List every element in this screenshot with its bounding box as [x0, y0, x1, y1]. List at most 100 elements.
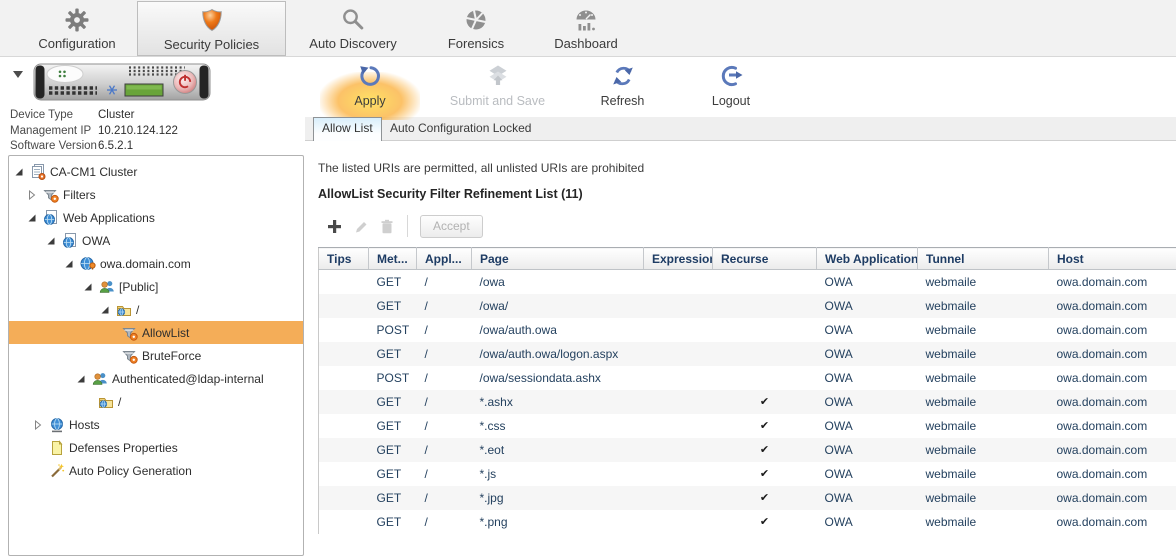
apply-button[interactable]: Apply	[340, 60, 400, 108]
expand-arrow-icon[interactable]	[64, 259, 74, 269]
cell-page: *.js	[479, 466, 497, 481]
nav-configuration[interactable]: Configuration	[17, 1, 137, 56]
expand-arrow-icon[interactable]	[100, 305, 110, 315]
cell-tunnel: webmaile	[925, 466, 977, 481]
nav-label: Dashboard	[554, 36, 618, 51]
device-field-label: Management IP	[10, 124, 92, 137]
table-row[interactable]: POST / /owa/auth.owa OWA webmaile owa.do…	[319, 318, 1176, 342]
tree-item-root-path[interactable]: /	[9, 298, 303, 321]
tab-auto-configuration-locked[interactable]: Auto Configuration Locked	[377, 117, 543, 140]
tree-item-web-applications[interactable]: Web Applications	[9, 206, 303, 229]
cell-page: *.jpg	[479, 490, 504, 505]
tree-item-public[interactable]: [Public]	[9, 275, 303, 298]
cell-web-application: OWA	[824, 394, 853, 409]
tree-item-auto-policy-generation[interactable]: Auto Policy Generation	[9, 459, 303, 482]
expand-arrow-icon[interactable]	[46, 236, 56, 246]
collapse-arrow-icon[interactable]	[33, 419, 43, 430]
accept-button[interactable]: Accept	[420, 214, 483, 238]
collapse-arrow-icon[interactable]	[27, 189, 37, 200]
cell-expression	[644, 270, 713, 294]
col-header-page[interactable]: Page	[471, 247, 644, 270]
device-collapse-caret[interactable]	[12, 66, 24, 84]
tree-item-label: OWA	[82, 233, 111, 248]
cell-tips	[319, 390, 369, 414]
cell-host: owa.domain.com	[1056, 274, 1148, 289]
cell-expression	[644, 438, 713, 462]
cell-page: /owa/sessiondata.ashx	[479, 370, 601, 385]
cell-page: /owa	[479, 274, 505, 289]
table-row[interactable]: GET / /owa/ OWA webmaile owa.domain.com	[318, 293, 1176, 318]
tree-item-label: Hosts	[69, 417, 100, 432]
tree-item-label: CA-CM1 Cluster	[50, 164, 138, 179]
col-header-recurse[interactable]: Recurse	[712, 247, 817, 270]
logout-button[interactable]: Logout	[695, 60, 767, 108]
cell-recurse: ✔	[759, 396, 770, 408]
nav-label: Configuration	[38, 36, 116, 51]
tree-item-authenticated-ldap-internal[interactable]: Authenticated@ldap-internal	[9, 367, 303, 390]
refresh-button[interactable]: Refresh	[585, 60, 660, 108]
nav-security-policies[interactable]: Security Policies	[137, 1, 286, 56]
col-header-tips[interactable]: Tips	[318, 247, 369, 270]
device-field-value: Cluster	[98, 109, 135, 121]
edit-entry-button[interactable]	[354, 219, 369, 234]
table-row[interactable]: GET / *.ashx ✔ OWA webmaile owa.domain.c…	[318, 389, 1176, 414]
tree-item-defenses-properties[interactable]: Defenses Properties	[9, 436, 303, 459]
tree-item-filters[interactable]: Filters	[9, 183, 303, 206]
logout-label: Logout	[711, 94, 751, 108]
policy-tree-panel: CA-CM1 Cluster Filters Web Applications …	[8, 155, 304, 556]
cell-recurse: ✔	[759, 492, 770, 504]
table-row[interactable]: GET / *.js ✔ OWA webmaile owa.domain.com	[319, 462, 1176, 486]
expand-arrow-icon[interactable]	[83, 282, 93, 292]
table-row[interactable]: GET / *.png ✔ OWA webmaile owa.domain.co…	[319, 510, 1176, 534]
col-header-application[interactable]: Appl...	[416, 247, 472, 270]
tree-item-hosts[interactable]: Hosts	[9, 413, 303, 436]
cell-page: *.ashx	[479, 394, 513, 409]
table-row[interactable]: GET / *.eot ✔ OWA webmaile owa.domain.co…	[318, 437, 1176, 462]
expand-arrow-icon[interactable]	[76, 374, 86, 384]
tree-item-label: Web Applications	[63, 210, 155, 225]
col-header-method[interactable]: Met...	[368, 247, 417, 270]
cell-tips	[319, 270, 369, 294]
tree-item-owa-domain-com[interactable]: owa.domain.com	[9, 252, 303, 275]
tab-allow-list[interactable]: Allow List	[313, 117, 382, 141]
col-header-expression[interactable]: Expression	[643, 247, 713, 270]
expand-arrow-icon[interactable]	[14, 167, 24, 177]
cell-tunnel: webmaile	[925, 394, 977, 409]
tree-item-owa[interactable]: OWA	[9, 229, 303, 252]
cell-tips	[319, 294, 369, 318]
refresh-icon	[610, 60, 636, 92]
table-row[interactable]: GET / /owa/auth.owa/logon.aspx OWA webma…	[318, 341, 1176, 366]
pencil-icon	[356, 221, 367, 232]
table-row[interactable]: GET / *.css ✔ OWA webmaile owa.domain.co…	[319, 414, 1176, 438]
col-header-host[interactable]: Host	[1048, 247, 1176, 270]
delete-entry-button[interactable]	[380, 219, 394, 234]
hostname-globe-icon	[80, 256, 96, 272]
cell-method: POST	[376, 322, 410, 337]
nav-auto-discovery[interactable]: Auto Discovery	[286, 1, 420, 56]
tree-item-allowlist[interactable]: AllowList	[9, 321, 303, 344]
add-entry-button[interactable]	[326, 218, 343, 235]
magic-wand-icon	[49, 463, 65, 479]
apply-icon	[357, 60, 383, 92]
table-row[interactable]: POST / /owa/sessiondata.ashx OWA webmail…	[319, 366, 1176, 390]
nav-dashboard[interactable]: Dashboard	[536, 1, 636, 56]
device-field-value: 10.210.124.122	[98, 124, 178, 137]
cell-page: /owa/auth.owa	[479, 322, 557, 337]
table-row[interactable]: GET / /owa OWA webmaile owa.domain.com	[319, 270, 1176, 294]
col-header-web-application[interactable]: Web Application	[816, 247, 918, 270]
submit-and-save-button[interactable]: Submit and Save	[430, 60, 565, 108]
permission-info-text: The listed URIs are permitted, all unlis…	[318, 161, 645, 175]
tree-item-bruteforce[interactable]: BruteForce	[9, 344, 303, 367]
cell-tunnel: webmaile	[925, 274, 977, 289]
tree-item-auth-root-path[interactable]: /	[9, 390, 303, 413]
cell-host: owa.domain.com	[1056, 346, 1148, 361]
cell-expression	[644, 342, 713, 366]
table-row[interactable]: GET / *.jpg ✔ OWA webmaile owa.domain.co…	[318, 485, 1176, 510]
cell-recurse: ✔	[759, 468, 770, 480]
col-header-tunnel[interactable]: Tunnel	[917, 247, 1049, 270]
cell-page: /owa/auth.owa/logon.aspx	[479, 346, 619, 361]
cell-tunnel: webmaile	[925, 514, 977, 529]
tree-item-ca-cm1-cluster[interactable]: CA-CM1 Cluster	[9, 160, 303, 183]
expand-arrow-icon[interactable]	[27, 213, 37, 223]
nav-forensics[interactable]: Forensics	[428, 1, 524, 56]
